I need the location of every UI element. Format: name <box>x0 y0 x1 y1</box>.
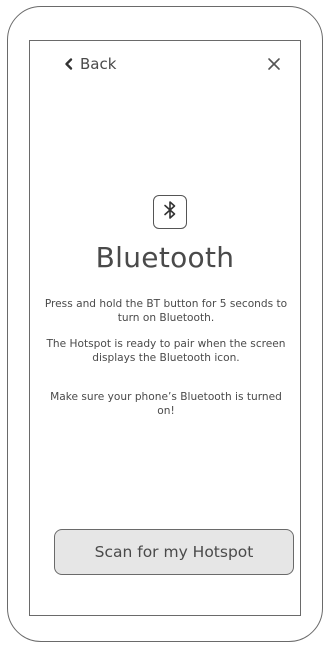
close-icon <box>264 58 284 78</box>
instruction-text-3: Make sure your phone’s Bluetooth is turn… <box>50 391 282 417</box>
back-button[interactable]: Back <box>62 55 116 73</box>
bluetooth-icon <box>160 199 180 225</box>
instruction-text-1: Press and hold the BT button for 5 secon… <box>44 298 288 324</box>
phone-screen: Back Bluetooth Press and hold the BT but… <box>29 40 301 616</box>
close-button[interactable] <box>264 54 284 74</box>
top-bar: Back <box>30 55 300 77</box>
page-title: Bluetooth <box>95 241 235 274</box>
bluetooth-icon-box <box>153 195 187 229</box>
scan-hotspot-button[interactable]: Scan for my Hotspot <box>54 529 294 575</box>
chevron-left-icon <box>62 57 76 71</box>
back-label: Back <box>80 55 117 73</box>
instruction-text-2: The Hotspot is ready to pair when the sc… <box>46 338 286 364</box>
